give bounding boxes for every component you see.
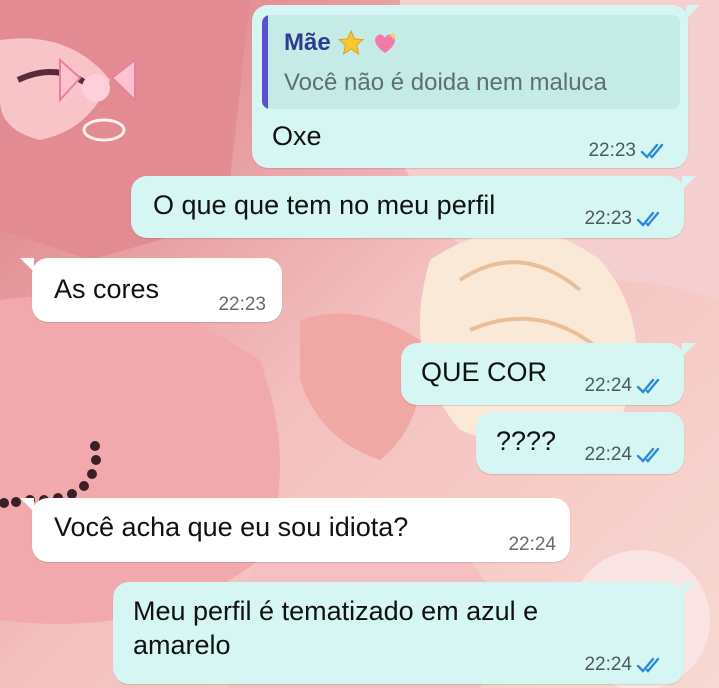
reply-text: Você não é doida nem maluca xyxy=(284,69,607,96)
message-meta: 22:24 xyxy=(584,444,666,466)
message-bubble-outgoing[interactable]: Mãe Você não é doida nem maluca Oxe 22:2… xyxy=(252,5,700,168)
message-meta: 22:23 xyxy=(588,140,670,162)
message-time: 22:23 xyxy=(218,294,266,315)
message-time: 22:23 xyxy=(584,208,632,229)
double-check-read-icon xyxy=(636,211,660,227)
double-check-read-icon xyxy=(636,447,660,463)
message-time: 22:24 xyxy=(584,375,632,396)
star-emoji-icon xyxy=(337,29,364,56)
message-meta: 22:24 xyxy=(508,534,556,556)
message-time: 22:24 xyxy=(584,444,632,465)
message-text: QUE COR xyxy=(421,357,548,387)
reply-quote[interactable]: Mãe Você não é doida nem maluca xyxy=(262,15,680,109)
message-text: Você acha que eu sou idiota? xyxy=(54,512,409,542)
message-time: 22:23 xyxy=(588,140,636,161)
message-bubble-outgoing[interactable]: QUE COR 22:24 xyxy=(401,343,696,405)
reply-quote-bar xyxy=(262,15,268,109)
double-check-read-icon xyxy=(636,378,660,394)
message-text: As cores xyxy=(54,274,160,304)
message-meta: 22:24 xyxy=(584,654,666,676)
message-bubble-incoming[interactable]: Você acha que eu sou idiota? 22:24 xyxy=(20,498,570,562)
message-time: 22:24 xyxy=(508,534,556,555)
message-text: Meu perfil é tematizado em azul e amarel… xyxy=(133,596,539,660)
reply-author-name: Mãe xyxy=(284,29,331,56)
double-check-read-icon xyxy=(640,143,664,159)
message-meta: 22:23 xyxy=(218,294,266,316)
message-text: ???? xyxy=(496,426,557,456)
message-meta: 22:24 xyxy=(584,375,666,397)
message-text: Oxe xyxy=(272,121,322,151)
reply-author: Mãe xyxy=(284,29,399,57)
message-meta: 22:23 xyxy=(584,208,666,230)
message-bubble-incoming[interactable]: As cores 22:23 xyxy=(20,258,282,322)
message-text: O que que tem no meu perfil xyxy=(153,190,496,220)
message-bubble-outgoing[interactable]: Meu perfil é tematizado em azul e amarel… xyxy=(113,582,696,684)
sparkling-heart-emoji-icon xyxy=(374,32,397,53)
double-check-read-icon xyxy=(636,657,660,673)
message-bubble-outgoing[interactable]: O que que tem no meu perfil 22:23 xyxy=(131,176,696,238)
message-time: 22:24 xyxy=(584,654,632,675)
message-bubble-outgoing[interactable]: ???? 22:24 xyxy=(476,412,684,474)
